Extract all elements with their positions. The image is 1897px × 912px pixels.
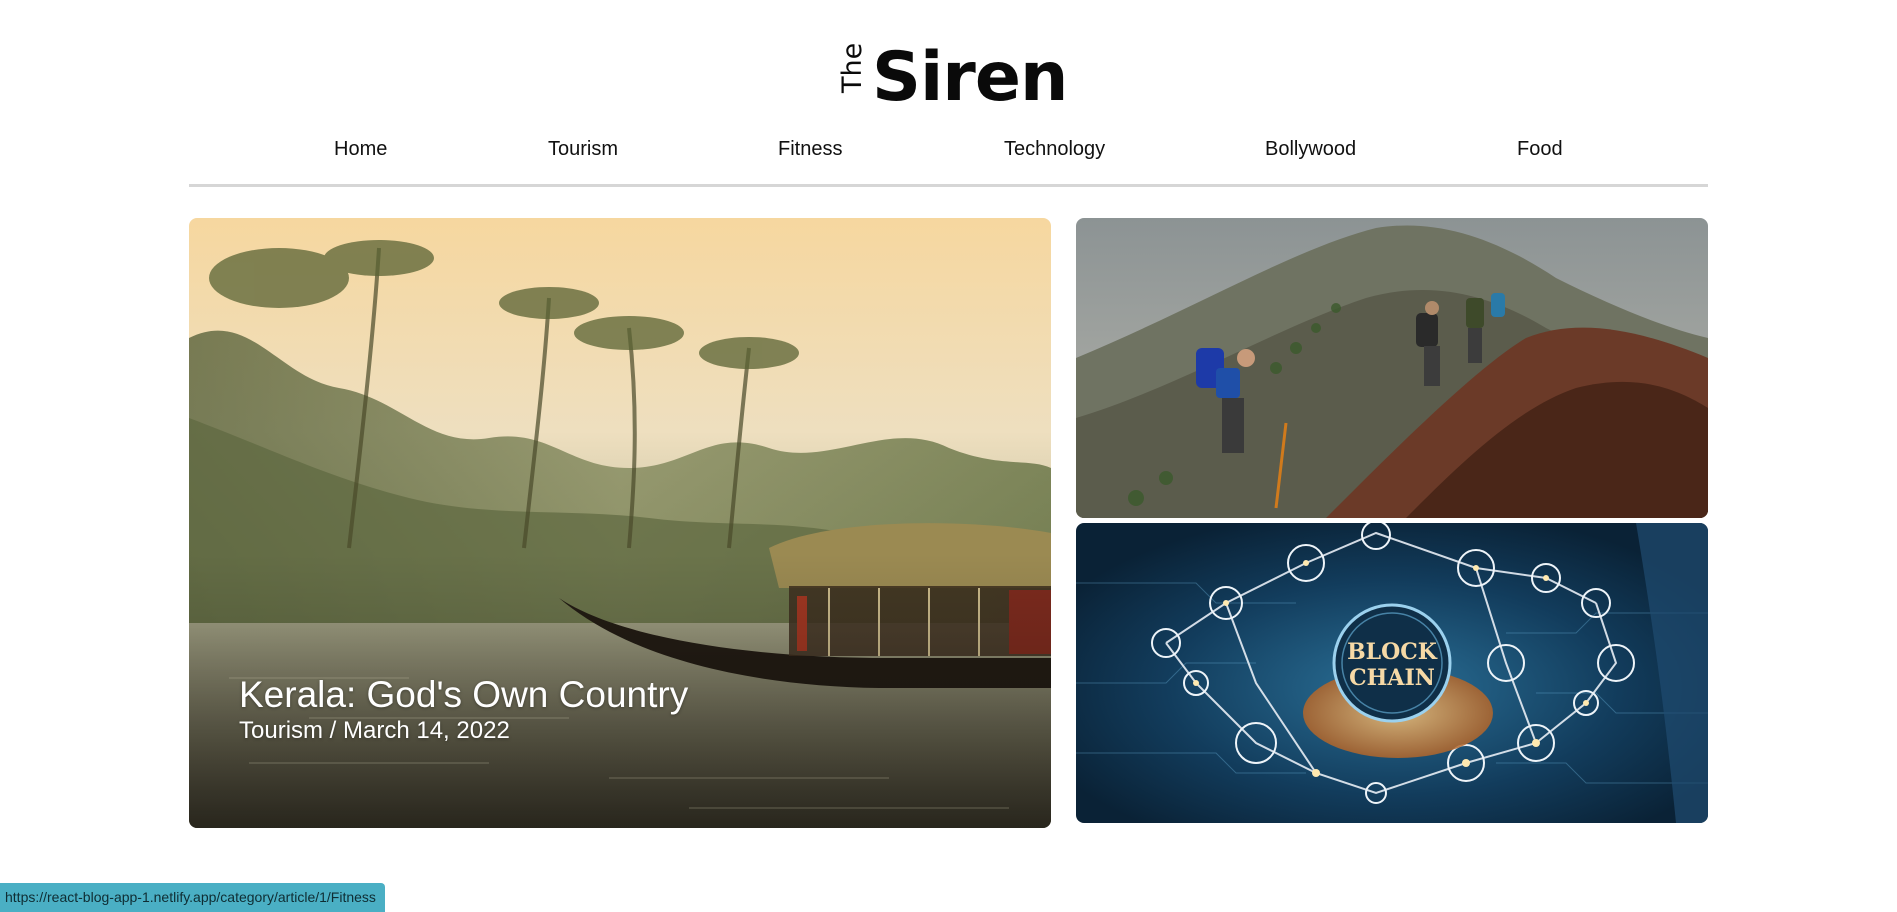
featured-article-meta: Tourism / March 14, 2022 [239, 717, 510, 744]
blockchain-network-image: BLOCK CHAIN [1076, 523, 1708, 823]
technology-article-card[interactable]: BLOCK CHAIN [1076, 523, 1708, 823]
nav-item-bollywood[interactable]: Bollywood [1265, 136, 1356, 162]
nav-item-home[interactable]: Home [334, 136, 387, 162]
featured-article-title[interactable]: Kerala: God's Own Country [239, 674, 688, 716]
nav-item-food[interactable]: Food [1517, 136, 1563, 162]
logo-name: Siren [872, 38, 1068, 117]
featured-article-caption: Kerala: God's Own Country Tourism / Marc… [239, 674, 688, 746]
logo-prefix: The [837, 42, 868, 93]
nav-item-technology[interactable]: Technology [1004, 136, 1105, 162]
main-nav: Home Tourism Fitness Technology Bollywoo… [189, 136, 1708, 187]
fitness-article-card[interactable] [1076, 218, 1708, 518]
browser-status-url: https://react-blog-app-1.netlify.app/cat… [0, 883, 385, 912]
featured-article-card[interactable]: Kerala: God's Own Country Tourism / Marc… [189, 218, 1051, 828]
blockchain-text-line2: CHAIN [1349, 665, 1435, 691]
page: The Siren Home Tourism Fitness Technolog… [0, 0, 1897, 912]
site-logo[interactable]: The Siren [837, 38, 1068, 117]
blockchain-text-line1: BLOCK [1347, 639, 1438, 665]
nav-item-fitness[interactable]: Fitness [778, 136, 842, 162]
nav-item-tourism[interactable]: Tourism [548, 136, 618, 162]
hikers-mountain-image [1076, 218, 1708, 518]
